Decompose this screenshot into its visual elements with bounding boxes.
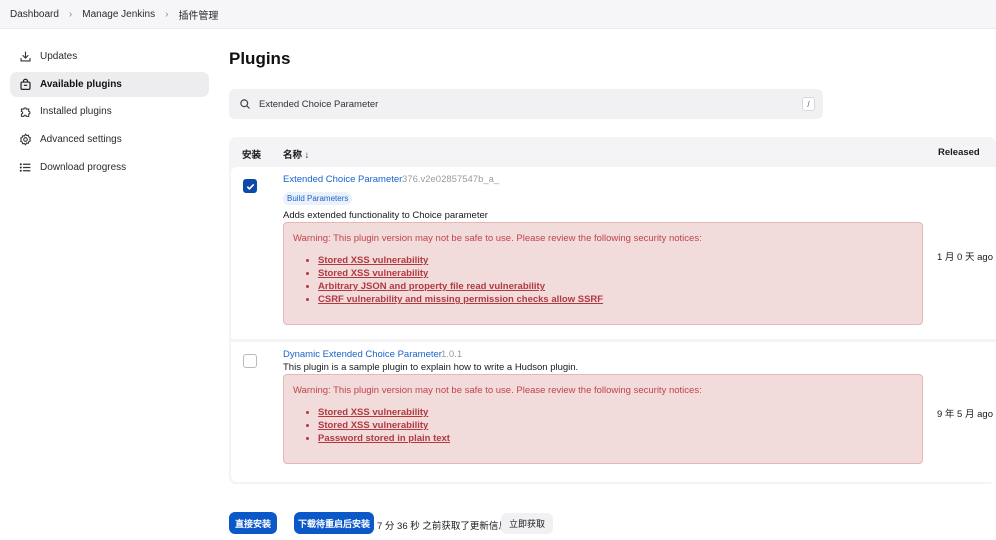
plugin-version: 376.v2e02857547b_a_ [402, 174, 500, 185]
plugin-version: 1.0.1 [441, 349, 463, 360]
page-title: Plugins [229, 49, 291, 68]
table-header: 安装 名称 ↓ Released [229, 137, 996, 167]
breadcrumb: Dashboard › Manage Jenkins › 插件管理 [0, 0, 996, 29]
puzzle-icon [19, 105, 32, 118]
security-notice-link[interactable]: CSRF vulnerability and missing permissio… [318, 294, 603, 305]
security-warning: Warning: This plugin version may not be … [283, 222, 923, 325]
breadcrumb-manage-jenkins[interactable]: Manage Jenkins [82, 9, 155, 20]
warning-item: Password stored in plain text [306, 432, 450, 445]
category-tag[interactable]: Build Parameters [283, 192, 353, 205]
plugin-name-link[interactable]: Extended Choice Parameter [283, 174, 402, 185]
sidebar-item-available-plugins[interactable]: Available plugins [10, 71, 209, 97]
plugin-name-link[interactable]: Dynamic Extended Choice Parameter [283, 349, 442, 360]
warning-item: Stored XSS vulnerability [306, 254, 603, 267]
install-now-button[interactable]: 直接安装 [229, 512, 277, 534]
fetch-now-button[interactable]: 立即获取 [501, 513, 554, 534]
released-date: 1 月 0 天 ago [937, 252, 993, 263]
update-status-text: 7 分 36 秒 之前获取了更新信息 [377, 521, 508, 532]
sidebar-item-label: Available plugins [40, 78, 122, 90]
search-input[interactable]: Extended Choice Parameter [259, 99, 823, 110]
sidebar-item-label: Updates [40, 51, 78, 62]
column-header-name[interactable]: 名称 ↓ [283, 147, 309, 161]
sidebar-item-advanced-settings[interactable]: Advanced settings [10, 127, 209, 152]
plugins-table: 安装 名称 ↓ Released Extended Choice Paramet… [229, 137, 996, 484]
security-notice-link[interactable]: Stored XSS vulnerability [318, 268, 428, 279]
breadcrumb-plugin-manager[interactable]: 插件管理 [178, 7, 218, 22]
gear-icon [19, 133, 32, 146]
warning-list: Stored XSS vulnerability Stored XSS vuln… [306, 254, 603, 306]
plugin-description: Adds extended functionality to Choice pa… [283, 210, 488, 221]
sidebar-item-updates[interactable]: Updates [10, 44, 209, 69]
sidebar-item-label: Download progress [40, 161, 127, 173]
sidebar-item-label: Installed plugins [40, 106, 112, 118]
breadcrumb-separator-icon: › [165, 8, 169, 20]
search-icon [239, 98, 251, 110]
warning-item: Arbitrary JSON and property file read vu… [306, 280, 603, 293]
install-checkbox[interactable] [243, 354, 257, 368]
sidebar-item-download-progress[interactable]: Download progress [10, 155, 209, 180]
warning-item: Stored XSS vulnerability [306, 419, 450, 432]
security-notice-link[interactable]: Stored XSS vulnerability [318, 255, 428, 266]
check-icon [246, 183, 255, 190]
warning-item: Stored XSS vulnerability [306, 406, 450, 419]
sidebar: Updates Available plugins Installed plug… [10, 44, 209, 182]
warning-title: Warning: This plugin version may not be … [293, 385, 702, 396]
download-icon [19, 50, 32, 63]
security-warning: Warning: This plugin version may not be … [283, 374, 923, 464]
table-row: Dynamic Extended Choice Parameter 1.0.1 … [231, 342, 996, 482]
security-notice-link[interactable]: Stored XSS vulnerability [318, 420, 428, 431]
sidebar-item-label: Advanced settings [40, 134, 122, 146]
security-notice-link[interactable]: Stored XSS vulnerability [318, 407, 428, 418]
list-icon [19, 161, 32, 174]
plugin-description: This plugin is a sample plugin to explai… [283, 362, 579, 373]
released-date: 9 年 5 月 ago [937, 409, 993, 420]
install-checkbox[interactable] [243, 179, 257, 193]
warning-item: CSRF vulnerability and missing permissio… [306, 293, 603, 306]
warning-title: Warning: This plugin version may not be … [293, 233, 702, 244]
install-after-restart-button[interactable]: 下载待重启后安装 [294, 512, 374, 534]
search-bar[interactable]: Extended Choice Parameter / [229, 89, 823, 119]
column-header-released[interactable]: Released [938, 147, 980, 158]
security-notice-link[interactable]: Arbitrary JSON and property file read vu… [318, 281, 545, 292]
breadcrumb-separator-icon: › [68, 8, 73, 20]
table-row: Extended Choice Parameter 376.v2e0285754… [231, 167, 996, 339]
search-shortcut-key: / [802, 97, 815, 111]
warning-list: Stored XSS vulnerability Stored XSS vuln… [306, 406, 450, 445]
column-header-install: 安装 [242, 150, 262, 161]
breadcrumb-dashboard[interactable]: Dashboard [10, 9, 59, 20]
shopping-bag-icon [19, 78, 32, 91]
sidebar-item-installed-plugins[interactable]: Installed plugins [10, 99, 209, 124]
warning-item: Stored XSS vulnerability [306, 267, 603, 280]
security-notice-link[interactable]: Password stored in plain text [318, 433, 450, 444]
